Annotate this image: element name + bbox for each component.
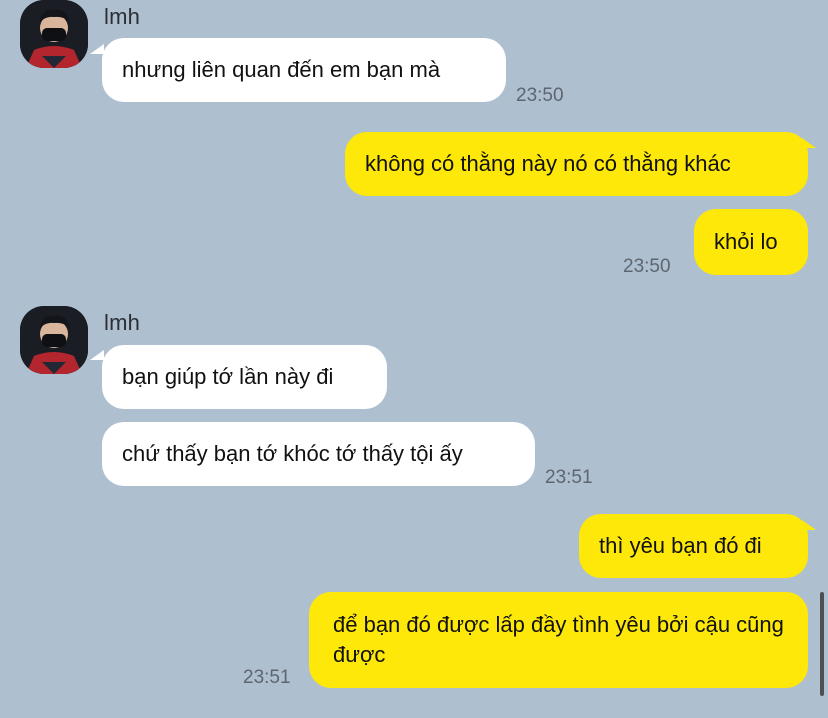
scrollbar[interactable] [820,592,824,696]
message-bubble-incoming[interactable]: nhưng liên quan đến em bạn mà [102,38,506,102]
avatar[interactable] [20,306,88,374]
message-bubble-incoming[interactable]: bạn giúp tớ lần này đi [102,345,387,409]
message-bubble-outgoing[interactable]: khỏi lo [694,209,808,275]
chat-thread[interactable]: lmh nhưng liên quan đến em bạn mà 23:50 … [0,0,828,718]
avatar-photo-icon [20,306,88,374]
timestamp: 23:50 [516,85,564,106]
bubble-tail [802,138,816,148]
avatar[interactable] [20,0,88,68]
message-text: nhưng liên quan đến em bạn mà [122,57,441,82]
message-text: không có thằng này nó có thằng khác [365,151,731,176]
message-text: chứ thấy bạn tớ khóc tớ thấy tội ấy [122,441,463,466]
message-text: khỏi lo [714,229,778,254]
sender-name: lmh [104,310,141,335]
avatar-photo-icon [20,0,88,68]
message-text: thì yêu bạn đó đi [599,533,762,558]
sender-name: lmh [104,4,141,29]
message-bubble-outgoing[interactable]: thì yêu bạn đó đi [579,514,808,578]
message-text: để bạn đó được lấp đầy tình yêu bởi cậu … [333,612,784,667]
message-bubble-outgoing[interactable]: không có thằng này nó có thằng khác [345,132,808,196]
bubble-tail [90,44,104,54]
timestamp: 23:50 [623,256,671,277]
message-bubble-incoming[interactable]: chứ thấy bạn tớ khóc tớ thấy tội ấy [102,422,535,486]
timestamp: 23:51 [243,667,291,688]
timestamp: 23:51 [545,467,593,488]
message-text: bạn giúp tớ lần này đi [122,364,334,389]
bubble-tail [90,350,104,360]
bubble-tail [802,520,816,530]
message-bubble-outgoing[interactable]: để bạn đó được lấp đầy tình yêu bởi cậu … [309,592,808,688]
